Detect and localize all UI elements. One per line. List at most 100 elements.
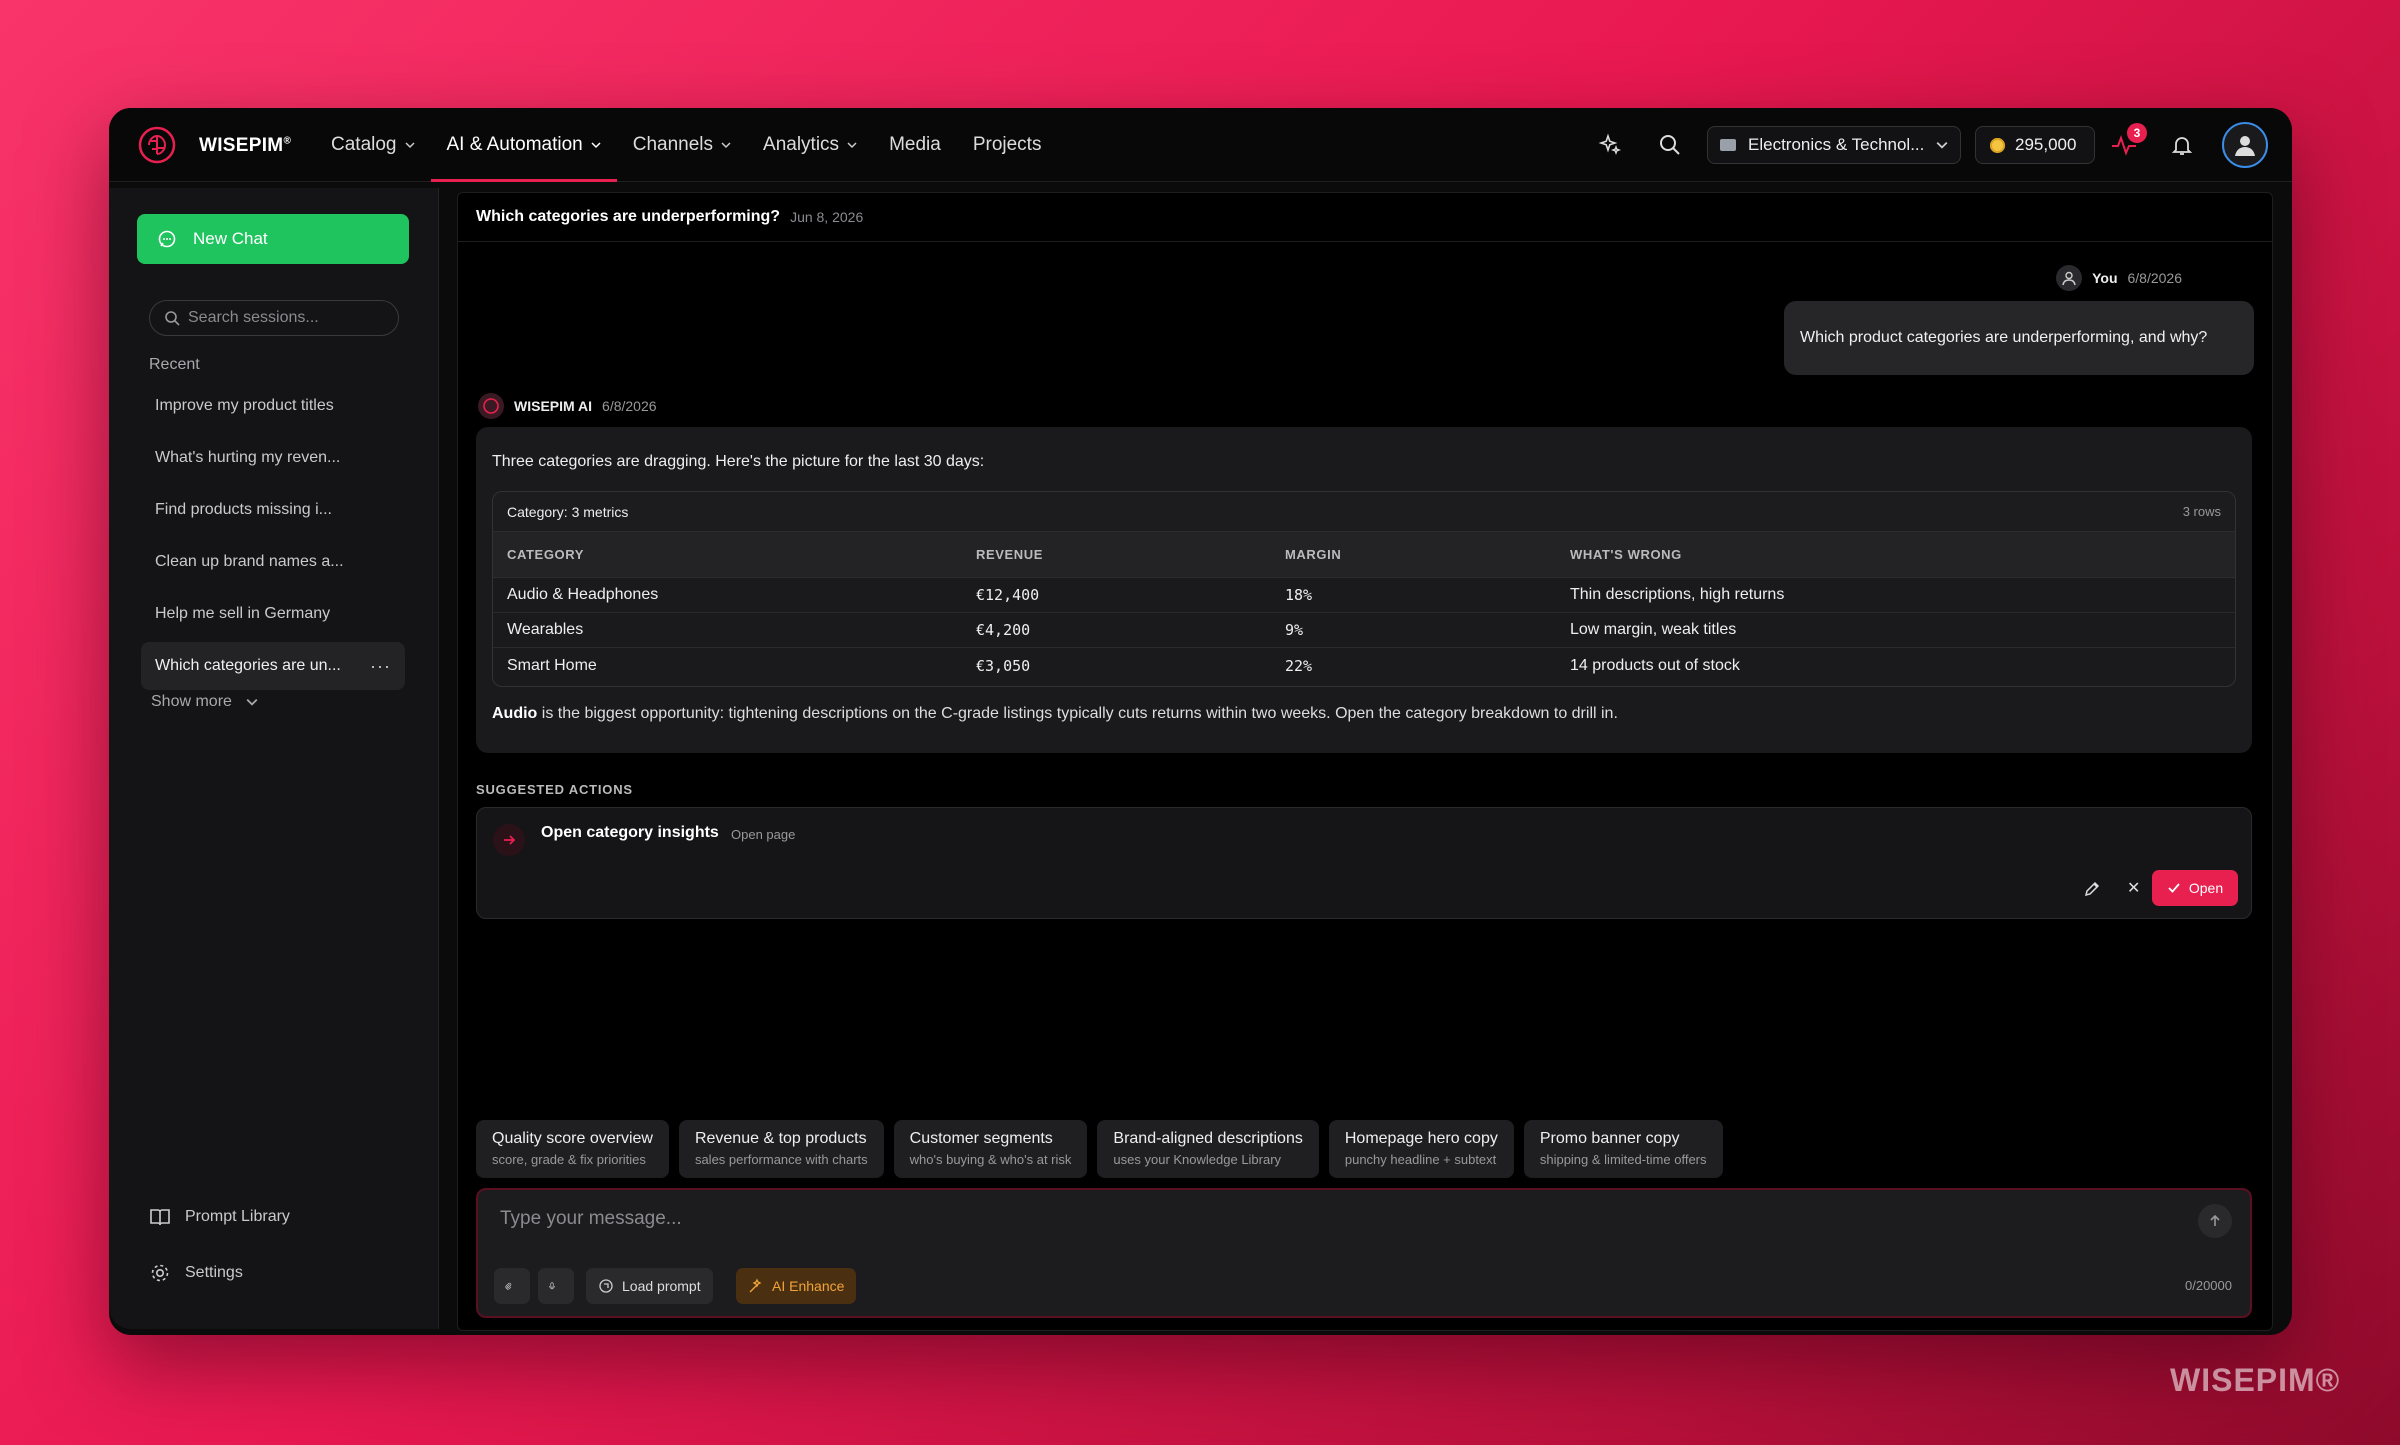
table-toolbar: Category: 3 metrics 3 rows: [493, 492, 2235, 532]
user-avatar[interactable]: [2222, 122, 2268, 168]
cell-issue: 14 products out of stock: [1570, 656, 1740, 674]
nav-analytics[interactable]: Analytics: [747, 108, 873, 182]
cell-margin: 18%: [1285, 586, 1313, 604]
chat-title: Which categories are underperforming?: [476, 208, 781, 225]
chevron-down-icon: [591, 142, 601, 149]
session-item[interactable]: Clean up brand names a...: [141, 538, 405, 586]
session-item-active[interactable]: Which categories are un... ···: [141, 642, 405, 690]
gear-icon: [151, 1264, 169, 1282]
attach-button[interactable]: [494, 1268, 530, 1304]
column-header[interactable]: CATEGORY: [493, 547, 976, 562]
search-icon[interactable]: [1655, 130, 1685, 160]
message-composer[interactable]: Type your message... Load prompt AI Enha…: [476, 1188, 2252, 1318]
nav-label: Channels: [632, 134, 714, 155]
suggestion-chip[interactable]: Homepage hero copy punchy headline + subt…: [1328, 1120, 1514, 1178]
nav-projects[interactable]: Projects: [957, 108, 1058, 182]
pencil-icon[interactable]: [2083, 880, 2101, 898]
ai-enhance-button[interactable]: AI Enhance: [736, 1268, 857, 1304]
book-icon: [150, 1209, 170, 1226]
session-search-input[interactable]: Search sessions...: [149, 300, 399, 336]
brand-text: WISEPIM: [199, 135, 284, 156]
sparkles-svg: [1598, 133, 1622, 156]
user-name: You: [2092, 270, 2118, 286]
open-action-button[interactable]: Open: [2152, 870, 2238, 906]
session-item[interactable]: Help me sell in Germany: [141, 590, 405, 638]
character-counter: 0/20000: [2185, 1278, 2232, 1293]
user-icon: [2056, 265, 2083, 291]
load-prompt-label: Load prompt: [622, 1278, 701, 1294]
cell-issue: Low margin, weak titles: [1570, 621, 1737, 638]
column-header[interactable]: WHAT'S WRONG: [1570, 547, 2235, 562]
suggestion-chip[interactable]: Promo banner copy shipping & limited-time…: [1523, 1120, 1723, 1178]
suggestion-chip[interactable]: Customer segments who's buying & who's at…: [893, 1120, 1088, 1178]
bell-icon[interactable]: [2167, 130, 2197, 160]
ai-outro-text: Audio is the biggest opportunity: tighte…: [492, 705, 1618, 723]
session-label: Find products missing i...: [155, 501, 332, 518]
session-label: Improve my product titles: [155, 397, 334, 414]
chat-panel: Which categories are underperforming? Ju…: [457, 192, 2273, 1331]
suggestion-chip[interactable]: Quality score overview score, grade & fix…: [476, 1120, 669, 1178]
chevron-down-icon: [1936, 141, 1948, 149]
microphone-button[interactable]: [538, 1268, 574, 1304]
table-title: Category: 3 metrics: [507, 503, 629, 520]
message-input[interactable]: Type your message...: [500, 1208, 682, 1230]
coin-icon: [1990, 137, 2005, 153]
cell-category: Audio & Headphones: [507, 586, 659, 603]
session-item[interactable]: Find products missing i...: [141, 486, 405, 534]
cell-revenue: €12,400: [976, 586, 1040, 604]
prompt-library-link[interactable]: Prompt Library: [149, 1207, 290, 1227]
nav-catalog[interactable]: Catalog: [315, 108, 431, 182]
suggestion-chip[interactable]: Revenue & top products sales performance …: [678, 1120, 884, 1178]
nav-channels[interactable]: Channels: [617, 108, 747, 182]
show-more-button[interactable]: Show more: [151, 693, 258, 711]
chip-subtext: sales performance with charts: [694, 1152, 868, 1167]
chip-label: Quality score overview: [492, 1130, 653, 1147]
session-item[interactable]: What's hurting my reven...: [141, 434, 405, 482]
chevron-down-icon: [847, 142, 857, 149]
session-item[interactable]: Improve my product titles: [141, 382, 405, 430]
ai-message-date: 6/8/2026: [602, 398, 657, 414]
brain-logo-icon[interactable]: [137, 125, 177, 165]
outro-bold: Audio: [492, 705, 538, 722]
table-row: Smart Home €3,050 22% 14 products out of…: [493, 648, 2235, 683]
nav-label: Catalog: [331, 134, 397, 155]
new-chat-label: New Chat: [193, 229, 268, 248]
chat-date: Jun 8, 2026: [790, 209, 864, 225]
nav-label: Projects: [972, 134, 1042, 155]
ai-enhance-label: AI Enhance: [772, 1278, 845, 1294]
cell-issue: Thin descriptions, high returns: [1570, 586, 1785, 603]
suggestion-chip[interactable]: Brand-aligned descriptions uses your Know…: [1097, 1120, 1319, 1178]
magic-wand-icon: [749, 1278, 762, 1293]
paperclip-icon: [505, 1282, 512, 1290]
load-prompt-button[interactable]: Load prompt: [586, 1268, 713, 1304]
brand-name[interactable]: WISEPIM®: [199, 135, 291, 157]
nav-ai-automation[interactable]: AI & Automation: [430, 108, 618, 182]
user-icon: [2235, 136, 2255, 156]
sparkles-icon[interactable]: [1595, 130, 1625, 160]
chevron-down-icon: [721, 142, 731, 149]
new-chat-button[interactable]: New Chat: [137, 214, 409, 264]
notification-count-badge: 3: [2127, 123, 2147, 143]
bell-svg: [2171, 137, 2193, 155]
chip-label: Customer segments: [909, 1130, 1053, 1147]
column-header[interactable]: MARGIN: [1285, 547, 1570, 562]
arrow-up-icon: [2210, 1214, 2220, 1226]
cell-margin: 9%: [1285, 621, 1304, 639]
search-svg: [1660, 135, 1680, 155]
chip-subtext: punchy headline + subtext: [1344, 1152, 1497, 1167]
credits-balance[interactable]: 295,000: [1975, 126, 2095, 164]
prompt-icon: [599, 1279, 613, 1293]
user-message-date: 6/8/2026: [2127, 270, 2183, 286]
outro-rest: is the biggest opportunity: tightening d…: [537, 705, 1618, 722]
recent-heading: Recent: [149, 356, 200, 373]
workspace-selector[interactable]: Electronics & Technol...: [1707, 126, 1961, 164]
nav-media[interactable]: Media: [873, 108, 957, 182]
suggested-action-card: Open category insights Open page ✕ Open: [476, 807, 2252, 919]
send-button[interactable]: [2198, 1204, 2232, 1238]
settings-link[interactable]: Settings: [149, 1262, 243, 1284]
more-options-icon[interactable]: ···: [370, 656, 391, 677]
chevron-down-icon: [246, 698, 258, 706]
column-header[interactable]: REVENUE: [976, 547, 1285, 562]
close-icon[interactable]: ✕: [2127, 878, 2140, 898]
main-nav: Catalog AI & Automation Channels Analyti…: [315, 108, 1057, 182]
